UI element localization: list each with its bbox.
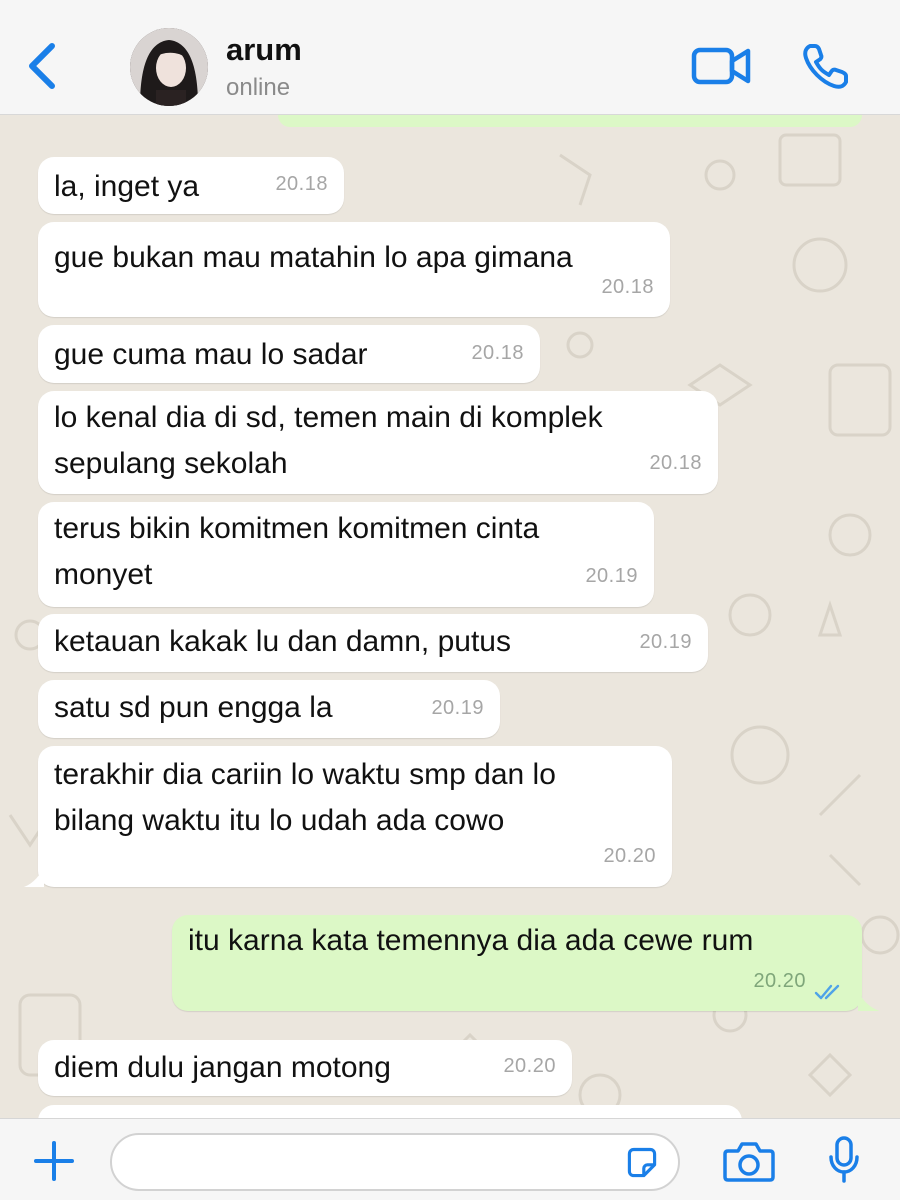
- message-bubble-incoming[interactable]: satu sd pun engga la 20.19: [38, 680, 500, 738]
- message-input[interactable]: [110, 1133, 680, 1191]
- message-bubble-incoming[interactable]: lo kenal dia di sd, temen main di komple…: [38, 391, 718, 494]
- camera-icon[interactable]: [722, 1139, 776, 1183]
- message-time: 20.18: [275, 173, 328, 195]
- message-bubble-incoming[interactable]: diem dulu jangan motong 20.20: [38, 1040, 572, 1096]
- message-text: gue bukan mau matahin lo apa gimana: [54, 241, 573, 274]
- message-bubble-incoming[interactable]: terakhir dia cariin lo waktu smp dan lo …: [38, 746, 672, 887]
- message-bubble-incoming[interactable]: ketauan kakak lu dan damn, putus 20.19: [38, 614, 708, 672]
- message-bubble-partial: [38, 1105, 742, 1118]
- message-time: 20.18: [601, 276, 654, 298]
- message-text: ketauan kakak lu dan damn, putus: [54, 625, 511, 658]
- message-text: terus bikin komitmen komitmen cinta mony…: [54, 512, 540, 591]
- message-composer: [0, 1118, 900, 1200]
- double-check-icon: [814, 984, 840, 1000]
- message-bubble-incoming[interactable]: gue cuma mau lo sadar 20.18: [38, 325, 540, 383]
- chevron-left-icon[interactable]: [20, 38, 64, 94]
- avatar[interactable]: [130, 28, 208, 106]
- bubble-tail: [24, 867, 44, 887]
- contact-status: online: [226, 74, 291, 101]
- chat-area[interactable]: la, inget ya 20.18 gue bukan mau matahin…: [0, 115, 900, 1118]
- chat-header: arum online: [0, 0, 900, 115]
- message-text: satu sd pun engga la: [54, 691, 333, 724]
- video-camera-icon[interactable]: [690, 44, 752, 88]
- message-text: itu karna kata temennya dia ada cewe rum: [188, 924, 754, 957]
- message-text: lo kenal dia di sd, temen main di komple…: [54, 401, 603, 480]
- microphone-icon[interactable]: [826, 1135, 862, 1185]
- phone-icon[interactable]: [800, 40, 852, 92]
- message-text: gue cuma mau lo sadar: [54, 338, 368, 371]
- message-bubble-incoming[interactable]: gue bukan mau matahin lo apa gimana 20.1…: [38, 222, 670, 317]
- message-time: 20.19: [585, 565, 638, 587]
- previous-outgoing-message: [278, 115, 862, 127]
- bubble-tail: [858, 991, 880, 1011]
- message-time: 20.18: [649, 452, 702, 474]
- message-time: 20.20: [603, 845, 656, 867]
- sticker-icon[interactable]: [624, 1145, 660, 1181]
- message-text: terakhir dia cariin lo waktu smp dan lo …: [54, 758, 556, 837]
- message-time: 20.20: [503, 1055, 556, 1077]
- message-bubble-outgoing[interactable]: itu karna kata temennya dia ada cewe rum…: [172, 915, 862, 1011]
- message-bubble-incoming[interactable]: la, inget ya 20.18: [38, 157, 344, 214]
- message-text: diem dulu jangan motong: [54, 1051, 391, 1084]
- message-bubble-incoming[interactable]: terus bikin komitmen komitmen cinta mony…: [38, 502, 654, 607]
- message-time: 20.18: [471, 342, 524, 364]
- message-time: 20.20: [753, 970, 806, 992]
- contact-name[interactable]: arum: [226, 32, 302, 68]
- plus-icon[interactable]: [32, 1139, 76, 1183]
- message-time: 20.19: [431, 697, 484, 719]
- message-time: 20.19: [639, 631, 692, 653]
